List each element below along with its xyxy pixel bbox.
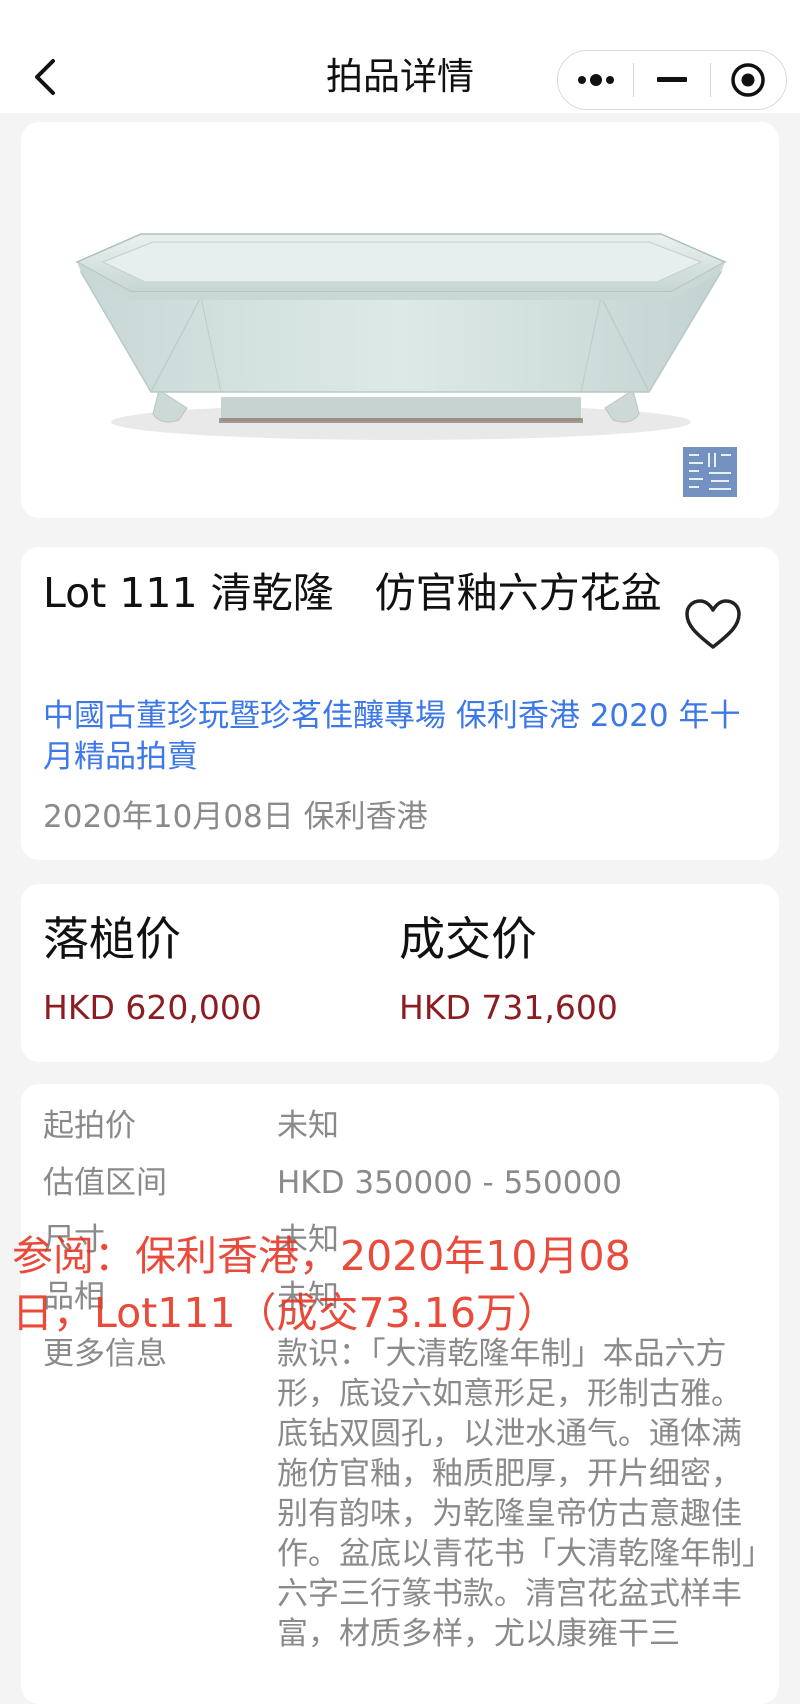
minimize-button[interactable] [634,51,709,109]
final-price-label: 成交价 [399,912,537,966]
mini-program-capsule [557,50,787,110]
estimate-value: HKD 350000 - 550000 [277,1165,622,1201]
size-value: 未知 [277,1222,339,1258]
heart-icon [685,599,741,649]
details-card: 起拍价 未知 估值区间 HKD 350000 - 550000 尺寸 未知 品相… [21,1084,779,1704]
more-info-value: 款识：「大清乾隆年制」本品六方形，底设六如意形足，形制古雅。底钻双圆孔，以泄水通… [277,1336,758,1652]
more-dots-icon [577,74,614,86]
seal-stamp [683,447,737,497]
more-info-label: 更多信息 [43,1336,167,1372]
lot-image [75,233,737,497]
sale-date-house: 2020年10月08日 保利香港 [43,799,428,835]
hammer-price-label: 落槌价 [43,912,181,966]
lot-title: Lot 111 清乾隆 仿官釉六方花盆 [43,569,662,617]
hammer-price-value: HKD 620,000 [43,988,262,1027]
start-price-label: 起拍价 [43,1108,136,1144]
lot-info-card: Lot 111 清乾隆 仿官釉六方花盆 中國古董珍玩暨珍茗佳釀專場 保利香港 2… [21,547,779,860]
final-price-block: 成交价 HKD 731,600 [399,908,618,1030]
price-card: 落槌价 HKD 620,000 成交价 HKD 731,600 [21,884,779,1062]
estimate-label: 估值区间 [43,1165,167,1201]
more-button[interactable] [558,51,633,109]
final-price-value: HKD 731,600 [399,988,618,1027]
minimize-icon [656,77,687,82]
hammer-price-block: 落槌价 HKD 620,000 [43,908,262,1030]
size-label: 尺寸 [43,1222,105,1258]
condition-value: 未知 [277,1279,339,1315]
start-price-value: 未知 [277,1108,339,1144]
favorite-button[interactable] [683,597,743,653]
close-target-icon [731,63,766,97]
condition-label: 品相 [43,1279,105,1315]
lot-image-card[interactable] [21,122,779,518]
sale-session-link[interactable]: 中國古董珍玩暨珍茗佳釀專場 保利香港 2020 年十月精品拍賣 [43,696,763,778]
nav-bar: 拍品详情 [0,0,800,113]
close-button[interactable] [711,51,786,109]
